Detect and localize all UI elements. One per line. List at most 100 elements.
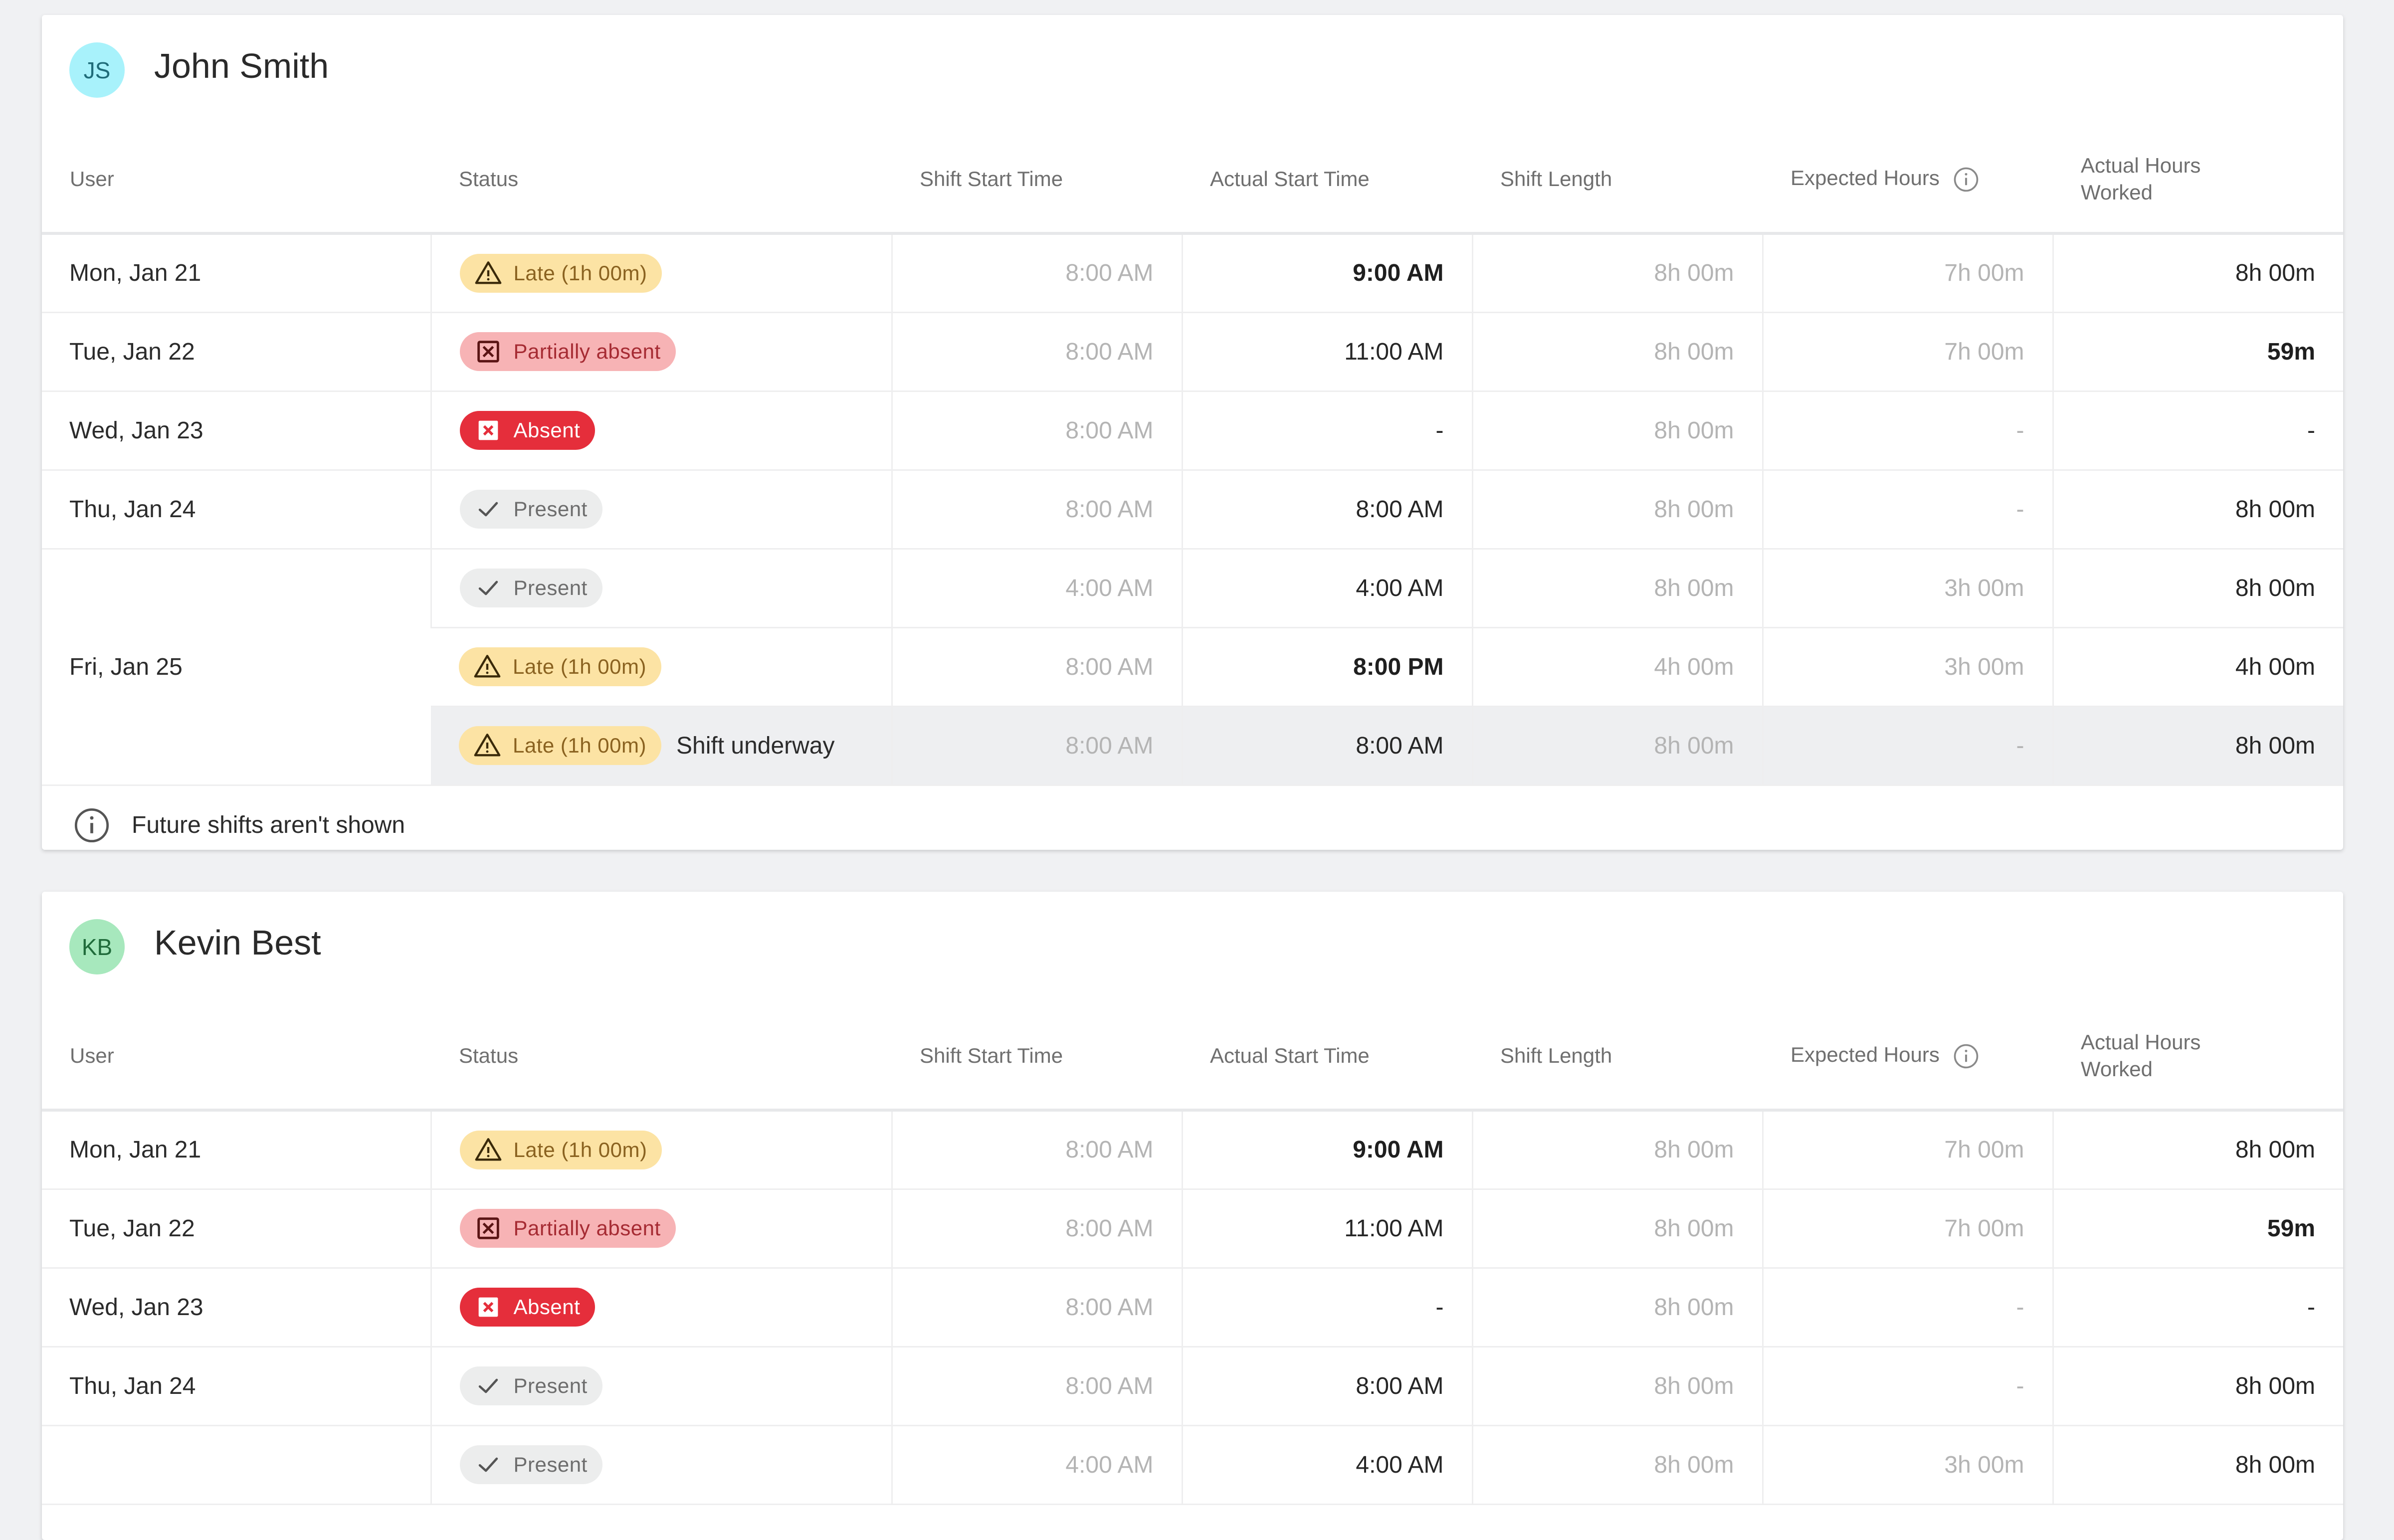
expected-hours: -: [1762, 470, 2053, 550]
check-icon: [478, 1378, 498, 1393]
actual-hours-worked: 8h 00m: [2052, 233, 2343, 313]
table-row[interactable]: Present 4:00 AM 4:00 AM 8h 00m 3h 00m 8h 00m: [42, 1425, 2343, 1505]
user-card-header: KB Kevin Best: [42, 892, 2343, 1002]
column-header-actual-start[interactable]: Actual Start Time: [1182, 1002, 1472, 1112]
expected-hours: 7h 00m: [1762, 1189, 2053, 1269]
status-badge[interactable]: Late (1h 00m): [459, 1130, 662, 1169]
status-badge[interactable]: Absent: [459, 1288, 596, 1327]
shift-length: 8h 00m: [1471, 1110, 1763, 1190]
column-header-actual-hours[interactable]: Actual Hours Worked: [2053, 126, 2343, 235]
column-header-shift-length[interactable]: Shift Length: [1472, 1002, 1763, 1112]
shift-start-time: 8:00 AM: [891, 1347, 1182, 1426]
shift-start-time: 4:00 AM: [891, 549, 1182, 628]
user-card-header: JS John Smith: [42, 15, 2343, 126]
date-cell: Thu, Jan 24: [42, 1347, 431, 1426]
actual-hours-worked: 8h 00m: [2052, 549, 2343, 628]
table-row[interactable]: Wed, Jan 23 Absent 8:00 AM -8h 00m - -: [42, 1268, 2343, 1348]
status-cell: Present: [430, 1347, 892, 1426]
actual-start-time: 11:00 AM: [1181, 1189, 1472, 1269]
status-badge-label: Present: [513, 1374, 588, 1397]
actual-start-time: 8:00 AM: [1181, 706, 1472, 786]
actual-hours-worked: 4h 00m: [2052, 627, 2343, 707]
shift-length: 8h 00m: [1471, 470, 1763, 550]
status-cell: Present: [430, 1425, 892, 1505]
column-header-expected-hours[interactable]: Expected Hours: [1763, 1002, 2053, 1112]
column-header-status[interactable]: Status: [431, 126, 892, 235]
column-header-shift-start[interactable]: Shift Start Time: [892, 126, 1182, 235]
actual-hours-worked: 8h 00m: [2052, 706, 2343, 786]
date-cell: Thu, Jan 24: [42, 470, 431, 550]
table-row[interactable]: Mon, Jan 21 Late (1h 00m) 8:00 AM 9:00 AM 8h…: [42, 233, 2343, 313]
shift-start-time: 8:00 AM: [891, 391, 1182, 471]
status-badge[interactable]: Partially absent: [459, 1209, 676, 1248]
shift-start-time: 8:00 AM: [891, 233, 1182, 313]
expected-hours: 7h 00m: [1762, 1110, 2053, 1190]
x-box-icon: [477, 1217, 499, 1239]
status-badge[interactable]: Late (1h 00m): [459, 726, 661, 765]
status-badge[interactable]: Late (1h 00m): [459, 647, 661, 686]
actual-hours-worked: -: [2052, 391, 2343, 471]
actual-start-time: 8:00 AM: [1181, 470, 1472, 550]
column-header-shift-length[interactable]: Shift Length: [1472, 126, 1763, 235]
column-header-status[interactable]: Status: [431, 1002, 892, 1112]
expected-hours: -: [1762, 1268, 2053, 1348]
status-badge-label: Late (1h 00m): [513, 734, 646, 757]
actual-hours-worked: 59m: [2052, 1189, 2343, 1269]
status-cell: Late (1h 00m) Shift underway: [431, 706, 892, 786]
expected-hours: 3h 00m: [1762, 627, 2053, 707]
table-row[interactable]: Thu, Jan 24 Present 8:00 AM 8:00 AM 8h 00m -8…: [42, 1347, 2343, 1426]
table-row[interactable]: Tue, Jan 22 Partially absent 8:00 AM 11:00 …: [42, 312, 2343, 392]
attendance-table: User Status Shift Start Time Actual Star…: [42, 126, 2343, 786]
status-badge[interactable]: Present: [459, 1445, 602, 1484]
shift-length: 8h 00m: [1471, 233, 1763, 313]
actual-hours-worked: 8h 00m: [2052, 1347, 2343, 1426]
status-badge[interactable]: Present: [459, 569, 602, 607]
status-badge-label: Late (1h 00m): [513, 261, 647, 285]
actual-start-time: 4:00 AM: [1181, 1425, 1472, 1505]
info-icon[interactable]: [1953, 1043, 1980, 1070]
shift-start-time: 8:00 AM: [891, 627, 1182, 707]
user-card: KB Kevin Best User Status Shift Start Ti…: [42, 892, 2343, 1540]
status-badge-label: Present: [513, 576, 588, 599]
future-shifts-note-text: Future shifts aren't shown: [132, 812, 405, 838]
table-row[interactable]: Tue, Jan 22 Partially absent 8:00 AM 11:00 …: [42, 1189, 2343, 1269]
table-row[interactable]: Wed, Jan 23 Absent 8:00 AM -8h 00m - -: [42, 391, 2343, 471]
status-cell: Late (1h 00m): [431, 627, 892, 707]
column-header-user[interactable]: User: [42, 126, 431, 235]
table-row[interactable]: Mon, Jan 21 Late (1h 00m) 8:00 AM 9:00 AM 8h…: [42, 1110, 2343, 1190]
expected-hours: -: [1762, 391, 2053, 471]
column-header-actual-start[interactable]: Actual Start Time: [1182, 126, 1472, 235]
shift-length: 8h 00m: [1471, 1425, 1763, 1505]
actual-start-time: 8:00 AM: [1181, 1347, 1472, 1426]
column-header-shift-start[interactable]: Shift Start Time: [892, 1002, 1182, 1112]
column-header-expected-hours[interactable]: Expected Hours: [1763, 126, 2053, 235]
expected-hours: -: [1762, 1347, 2053, 1426]
status-badge[interactable]: Present: [459, 490, 602, 529]
info-icon[interactable]: [1953, 166, 1980, 193]
actual-hours-worked: 8h 00m: [2052, 1110, 2343, 1190]
status-badge-label: Late (1h 00m): [513, 655, 646, 678]
date-cell: Tue, Jan 22: [42, 1189, 431, 1269]
shift-length: 8h 00m: [1471, 1347, 1763, 1426]
warning-icon: [474, 655, 501, 678]
check-icon: [478, 502, 498, 517]
date-cell: Wed, Jan 23: [42, 391, 431, 471]
status-badge[interactable]: Present: [459, 1366, 602, 1405]
expected-hours: 7h 00m: [1762, 233, 2053, 313]
table-row[interactable]: Fri, Jan 25 Present 4:00 AM 4:00 AM 8h 00m 3h…: [42, 549, 2343, 786]
status-badge[interactable]: Partially absent: [459, 332, 676, 371]
status-badge[interactable]: Late (1h 00m): [459, 253, 662, 293]
shift-start-time: 8:00 AM: [891, 1189, 1182, 1269]
column-header-actual-hours[interactable]: Actual Hours Worked: [2053, 1002, 2343, 1112]
shift-length: 8h 00m: [1471, 549, 1763, 628]
status-cell: Present: [430, 549, 892, 628]
status-badge[interactable]: Absent: [459, 411, 596, 450]
table-row[interactable]: Thu, Jan 24 Present 8:00 AM 8:00 AM 8h 00m -8…: [42, 470, 2343, 550]
status-cell: Partially absent: [430, 1189, 892, 1269]
shift-length: 8h 00m: [1471, 312, 1763, 392]
date-cell: Mon, Jan 21: [42, 233, 431, 313]
expected-hours: -: [1762, 706, 2053, 786]
table-header-row: User Status Shift Start Time Actual Star…: [42, 1002, 2343, 1112]
shift-start-time: 8:00 AM: [891, 470, 1182, 550]
column-header-user[interactable]: User: [42, 1002, 431, 1112]
